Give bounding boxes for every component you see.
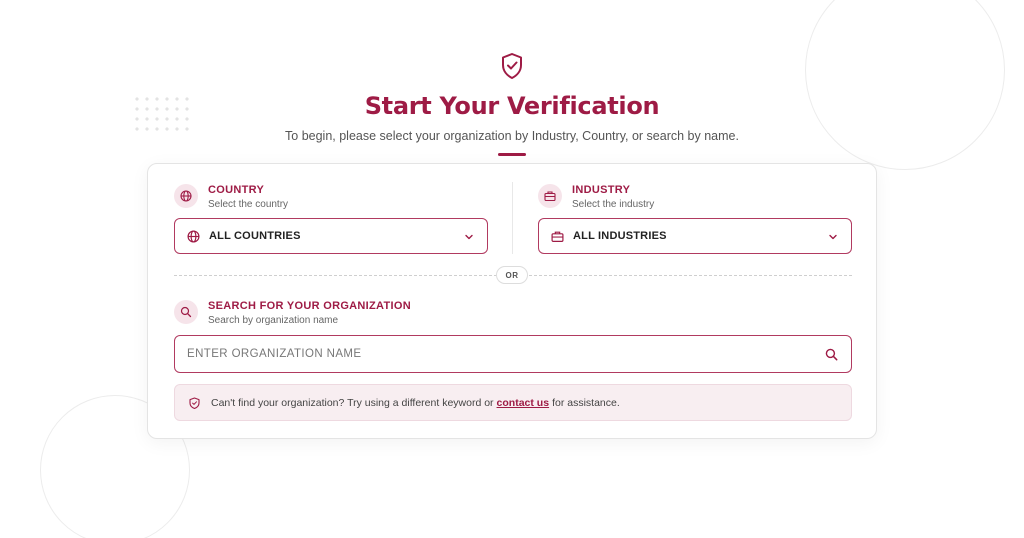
search-heading: SEARCH FOR YOUR ORGANIZATION bbox=[208, 300, 411, 312]
country-select[interactable]: ALL COUNTRIES bbox=[174, 218, 488, 254]
search-subheading: Search by organization name bbox=[208, 315, 339, 326]
country-select-value: ALL COUNTRIES bbox=[209, 230, 301, 242]
title-underline bbox=[498, 153, 526, 156]
search-section-header: SEARCH FOR YOUR ORGANIZATION Search by o… bbox=[174, 300, 411, 326]
organization-search-field bbox=[174, 335, 852, 373]
briefcase-icon bbox=[538, 184, 562, 208]
column-divider bbox=[512, 182, 513, 254]
industry-heading: INDUSTRY bbox=[572, 184, 631, 196]
shield-check-icon bbox=[500, 52, 524, 80]
search-icon[interactable] bbox=[823, 346, 839, 362]
page-subtitle: To begin, please select your organizatio… bbox=[285, 129, 739, 143]
chevron-down-icon bbox=[463, 230, 475, 242]
industry-subheading: Select the industry bbox=[572, 199, 655, 210]
page-title: Start Your Verification bbox=[364, 92, 660, 120]
industry-select[interactable]: ALL INDUSTRIES bbox=[538, 218, 852, 254]
globe-icon bbox=[174, 184, 198, 208]
globe-icon bbox=[187, 229, 201, 243]
country-subheading: Select the country bbox=[208, 199, 289, 210]
page-header: Start Your Verification To begin, please… bbox=[0, 52, 1024, 156]
briefcase-icon bbox=[551, 229, 565, 243]
shield-icon bbox=[189, 396, 201, 409]
notice-text: Can't find your organization? Try using … bbox=[211, 396, 494, 409]
chevron-down-icon bbox=[827, 230, 839, 242]
industry-section-header: INDUSTRY Select the industry bbox=[538, 184, 654, 210]
country-section-header: COUNTRY Select the country bbox=[174, 184, 288, 210]
notice-text-after: for assistance. bbox=[552, 396, 620, 409]
verification-card: COUNTRY Select the country ALL COUNTRIES bbox=[147, 163, 877, 439]
organization-search-input[interactable] bbox=[187, 348, 823, 360]
country-heading: COUNTRY bbox=[208, 184, 265, 196]
industry-select-value: ALL INDUSTRIES bbox=[573, 230, 667, 242]
help-notice: Can't find your organization? Try using … bbox=[174, 384, 852, 421]
contact-us-link[interactable]: contact us bbox=[497, 397, 550, 409]
or-divider-label: OR bbox=[496, 266, 528, 284]
search-icon bbox=[174, 300, 198, 324]
